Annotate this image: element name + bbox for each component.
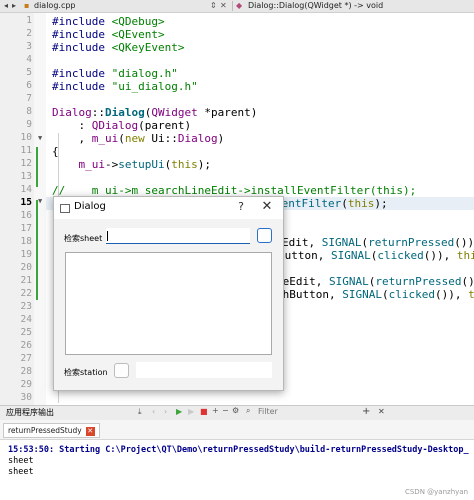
search-station-label: 检索station (64, 368, 108, 377)
line-number: 23 (20, 301, 32, 312)
line-number: 11 (20, 145, 32, 156)
code-line: : QDialog(parent) (52, 119, 192, 132)
line-number: 26 (20, 340, 32, 351)
close-pane-button[interactable]: ✕ (378, 407, 385, 416)
settings-gear-icon[interactable]: ⚙ (232, 406, 239, 415)
window-icon (60, 204, 70, 213)
line-number: 29 (20, 379, 32, 390)
dialog-title: Dialog (74, 201, 106, 212)
line-number: 1 (26, 15, 32, 26)
nav-forward-icon[interactable]: ▸ (12, 0, 16, 12)
code-line: Edit, SIGNAL(returnPressed()), (282, 236, 474, 249)
line-number: 16 (20, 210, 32, 221)
line-number: 25 (20, 327, 32, 338)
line-number: 22 (20, 288, 32, 299)
output-line: 15:53:50: Starting C:\Project\QT\Demo\re… (8, 445, 469, 455)
fold-toggle-icon[interactable]: ▼ (38, 197, 42, 205)
dialog-window: Dialog ? ✕ 检索sheet 检索station (53, 196, 284, 391)
close-tab-icon[interactable]: ✕ (85, 426, 95, 436)
file-dropdown-icon[interactable]: ⇕ (210, 0, 217, 12)
line-number: 18 (20, 236, 32, 247)
line-number: 17 (20, 223, 32, 234)
prev-icon[interactable]: ‹ (152, 407, 155, 416)
line-number: 9 (26, 119, 32, 130)
editor-tab-bar: ◂ ▸ ▪ dialog.cpp ⇕ ✕ ◆ Dialog::Dialog(QW… (0, 0, 474, 13)
code-line: neEdit, SIGNAL(returnPressed()), (276, 275, 474, 288)
line-number: 8 (26, 106, 32, 117)
fold-toggle-icon[interactable]: ▼ (38, 134, 42, 142)
dialog-title-bar[interactable]: Dialog ? ✕ (54, 197, 283, 219)
line-number: 7 (26, 93, 32, 104)
zoom-out-icon[interactable]: − (222, 406, 229, 415)
output-line: sheet (8, 456, 34, 466)
filter-icon: ⌕ (246, 406, 251, 415)
code-line: { (52, 145, 59, 158)
line-number: 2 (26, 28, 32, 39)
application-output[interactable]: 15:53:50: Starting C:\Project\QT\Demo\re… (0, 440, 474, 500)
divider (232, 1, 233, 11)
change-marker (36, 200, 38, 300)
search-sheet-button[interactable] (257, 228, 272, 243)
search-sheet-label: 检索sheet (64, 234, 103, 243)
result-list[interactable] (65, 252, 272, 355)
output-tab-label: returnPressedStudy (8, 426, 82, 435)
line-number: 5 (26, 67, 32, 78)
code-line: #include <QDebug> (52, 15, 165, 28)
line-number: 19 (20, 249, 32, 260)
output-line: sheet (8, 467, 34, 477)
line-number: 10 (20, 132, 32, 143)
output-tab-strip: returnPressedStudy ✕ (0, 420, 474, 440)
code-line: #include <QEvent> (52, 28, 165, 41)
current-symbol[interactable]: Dialog::Dialog(QWidget *) -> void (248, 0, 383, 12)
code-line: , m_ui(new Ui::Dialog) (52, 132, 225, 145)
watermark: CSDN @yanzhyan (404, 488, 468, 496)
line-number: 14 (20, 184, 32, 195)
nav-back-icon[interactable]: ◂ (4, 0, 8, 12)
open-file-name[interactable]: dialog.cpp (34, 0, 76, 12)
line-number: 4 (26, 54, 32, 65)
code-line: shButton, SIGNAL(clicked()), t (276, 288, 474, 301)
help-button[interactable]: ? (234, 200, 248, 213)
stop-icon[interactable]: ■ (200, 407, 208, 416)
code-line: Dialog::Dialog(QWidget *parent) (52, 106, 258, 119)
line-number: 12 (20, 158, 32, 169)
output-tab[interactable]: returnPressedStudy ✕ (3, 423, 100, 438)
filter-input[interactable]: Filter (258, 407, 278, 416)
line-number: 28 (20, 366, 32, 377)
code-line: #include <QKeyEvent> (52, 41, 185, 54)
line-number: 3 (26, 41, 32, 52)
line-number: 21 (20, 275, 32, 286)
code-line: #include "ui_dialog.h" (52, 80, 198, 93)
debug-run-icon[interactable]: ▶ (188, 407, 194, 416)
search-sheet-input[interactable] (106, 228, 250, 244)
next-icon[interactable]: › (164, 407, 167, 416)
run-icon[interactable]: ▶ (176, 407, 182, 416)
line-number: 30 (20, 392, 32, 403)
zoom-in-icon[interactable]: + (212, 406, 219, 415)
search-station-input[interactable] (136, 362, 272, 378)
line-number-gutter: 1 2 3 4 5 6 7 8 9 10 11 12 13 14 15 16 1… (0, 13, 34, 405)
symbol-icon: ◆ (236, 1, 243, 10)
change-marker (36, 147, 38, 187)
text-caret (107, 231, 108, 241)
current-line-number: 15 (20, 197, 32, 208)
code-line: m_ui->setupUi(this); (78, 158, 211, 171)
line-number: 13 (20, 171, 32, 182)
search-station-button[interactable] (114, 363, 129, 378)
code-line: #include "dialog.h" (52, 67, 178, 80)
line-number: 24 (20, 314, 32, 325)
line-number: 6 (26, 80, 32, 91)
line-number: 20 (20, 262, 32, 273)
output-pane-toolbar: 应用程序输出 ⤓ ‹ › ▶ ▶ ■ + − ⚙ ⌕ Filter + ✕ (0, 405, 474, 421)
code-line: Button, SIGNAL(clicked()), thi (278, 249, 474, 262)
cpp-file-icon: ▪ (24, 1, 30, 10)
output-pane-title: 应用程序输出 (6, 408, 54, 417)
add-pane-button[interactable]: + (362, 406, 370, 417)
close-button[interactable]: ✕ (260, 199, 274, 214)
attach-icon[interactable]: ⤓ (138, 407, 142, 417)
close-file-icon[interactable]: ✕ (220, 0, 227, 12)
line-number: 27 (20, 353, 32, 364)
